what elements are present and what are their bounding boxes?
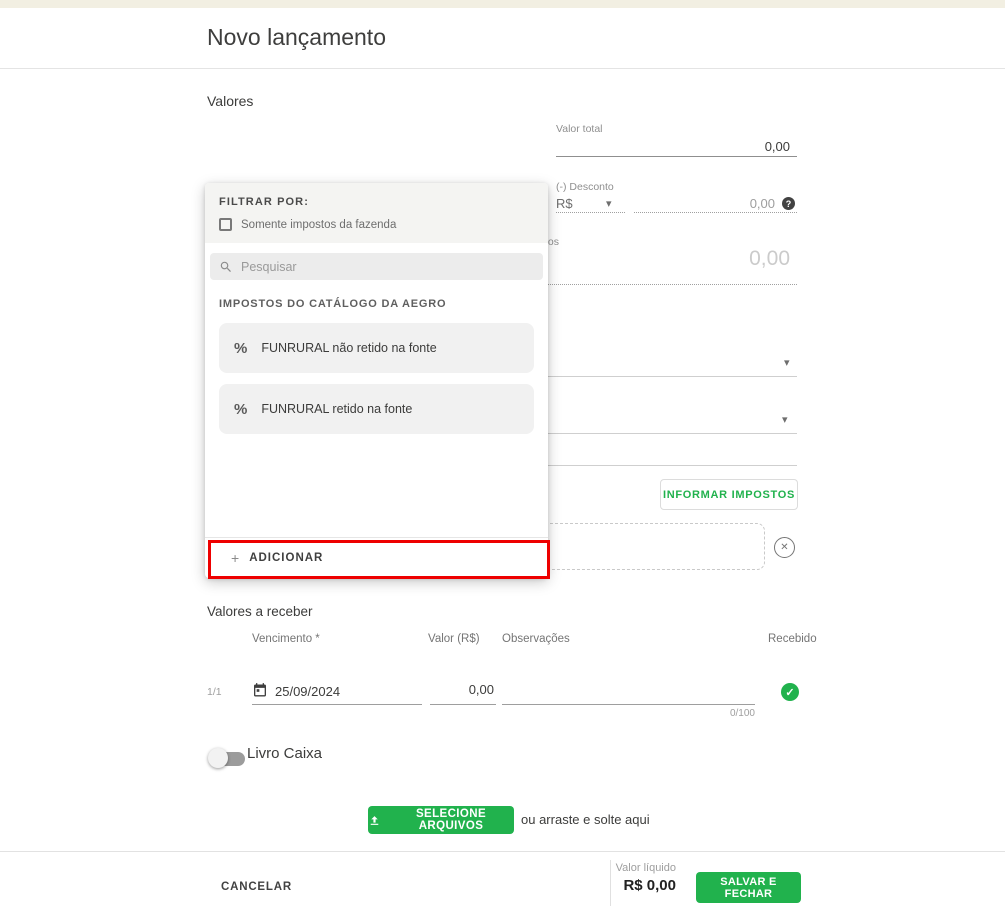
upload-icon bbox=[368, 814, 381, 827]
value-input[interactable]: 0,00 bbox=[430, 682, 494, 697]
popup-filter-title: FILTRAR POR: bbox=[219, 196, 534, 208]
select-files-button[interactable]: SELECIONE ARQUIVOS bbox=[368, 806, 514, 834]
footer-divider bbox=[0, 851, 1005, 852]
valor-total-label: Valor total bbox=[556, 123, 603, 135]
due-date-input[interactable]: 25/09/2024 bbox=[275, 684, 340, 699]
valor-total-input[interactable]: 0,00 bbox=[556, 139, 790, 154]
received-check-icon[interactable]: ✓ bbox=[781, 683, 799, 701]
page-title: Novo lançamento bbox=[207, 24, 386, 51]
farm-taxes-checkbox-label: Somente impostos da fazenda bbox=[241, 219, 396, 231]
chevron-down-icon[interactable]: ▾ bbox=[782, 415, 788, 426]
clear-icon[interactable]: ✕ bbox=[774, 537, 795, 558]
valores-section-title: Valores bbox=[207, 93, 253, 109]
percent-icon: % bbox=[234, 401, 247, 418]
desconto-input[interactable]: 0,00 bbox=[634, 196, 775, 211]
notes-underline bbox=[502, 704, 755, 705]
desconto-label: (-) Desconto bbox=[556, 181, 614, 193]
livro-caixa-toggle-thumb[interactable] bbox=[208, 748, 228, 768]
desconto-currency-select[interactable]: R$ bbox=[556, 196, 573, 211]
row-index: 1/1 bbox=[207, 686, 222, 698]
column-header-recebido: Recebido bbox=[768, 633, 817, 645]
save-and-close-button[interactable]: SALVAR E FECHAR bbox=[696, 872, 801, 903]
impostos-total-value[interactable]: 0,00 bbox=[556, 247, 790, 271]
new-entry-dialog: Novo lançamento Valores Valor total 0,00… bbox=[0, 0, 1005, 913]
header-divider bbox=[0, 68, 1005, 69]
chevron-down-icon[interactable]: ▾ bbox=[606, 199, 612, 210]
select-files-label: SELECIONE ARQUIVOS bbox=[388, 808, 514, 832]
notes-char-counter: 0/100 bbox=[695, 708, 755, 719]
tax-item-label: FUNRURAL não retido na fonte bbox=[261, 341, 436, 355]
tax-item-label: FUNRURAL retido na fonte bbox=[261, 402, 412, 416]
drag-drop-hint: ou arraste e solte aqui bbox=[521, 812, 650, 827]
column-header-valor: Valor (R$) bbox=[428, 633, 480, 645]
net-value: R$ 0,00 bbox=[560, 877, 676, 894]
livro-caixa-label: Livro Caixa bbox=[247, 745, 322, 762]
popup-search-field[interactable] bbox=[210, 253, 543, 280]
adicionar-label: ADICIONAR bbox=[249, 552, 323, 564]
column-header-vencimento: Vencimento * bbox=[252, 633, 320, 645]
column-header-observacoes: Observações bbox=[502, 633, 570, 645]
farm-taxes-checkbox-row[interactable]: Somente impostos da fazenda bbox=[219, 218, 534, 231]
due-date-underline bbox=[252, 704, 422, 705]
informar-impostos-button[interactable]: INFORMAR IMPOSTOS bbox=[660, 479, 798, 510]
farm-taxes-checkbox[interactable] bbox=[219, 218, 232, 231]
chevron-down-icon[interactable]: ▾ bbox=[784, 358, 790, 369]
cancel-button[interactable]: CANCELAR bbox=[221, 881, 292, 893]
impostos-popup: FILTRAR POR: Somente impostos da fazenda… bbox=[205, 183, 548, 578]
tax-item-funrural-nao-retido[interactable]: % FUNRURAL não retido na fonte bbox=[219, 323, 534, 373]
desconto-underline bbox=[634, 212, 797, 213]
tax-item-funrural-retido[interactable]: % FUNRURAL retido na fonte bbox=[219, 384, 534, 434]
valor-total-underline bbox=[556, 156, 797, 157]
adicionar-button[interactable]: + ADICIONAR bbox=[205, 538, 548, 578]
desconto-currency-underline bbox=[556, 212, 625, 213]
percent-icon: % bbox=[234, 340, 247, 357]
popup-filter-header: FILTRAR POR: Somente impostos da fazenda bbox=[205, 183, 548, 243]
plus-icon: + bbox=[231, 550, 239, 566]
popup-catalog-title: IMPOSTOS DO CATÁLOGO DA AEGRO bbox=[219, 298, 534, 310]
receivables-title: Valores a receber bbox=[207, 604, 313, 619]
search-icon bbox=[219, 260, 233, 274]
value-underline bbox=[430, 704, 496, 705]
help-icon[interactable]: ? bbox=[782, 197, 795, 210]
calendar-icon[interactable] bbox=[252, 682, 268, 699]
top-accent-bar bbox=[0, 0, 1005, 8]
net-value-label: Valor líquido bbox=[560, 862, 676, 874]
search-input[interactable] bbox=[241, 260, 534, 274]
